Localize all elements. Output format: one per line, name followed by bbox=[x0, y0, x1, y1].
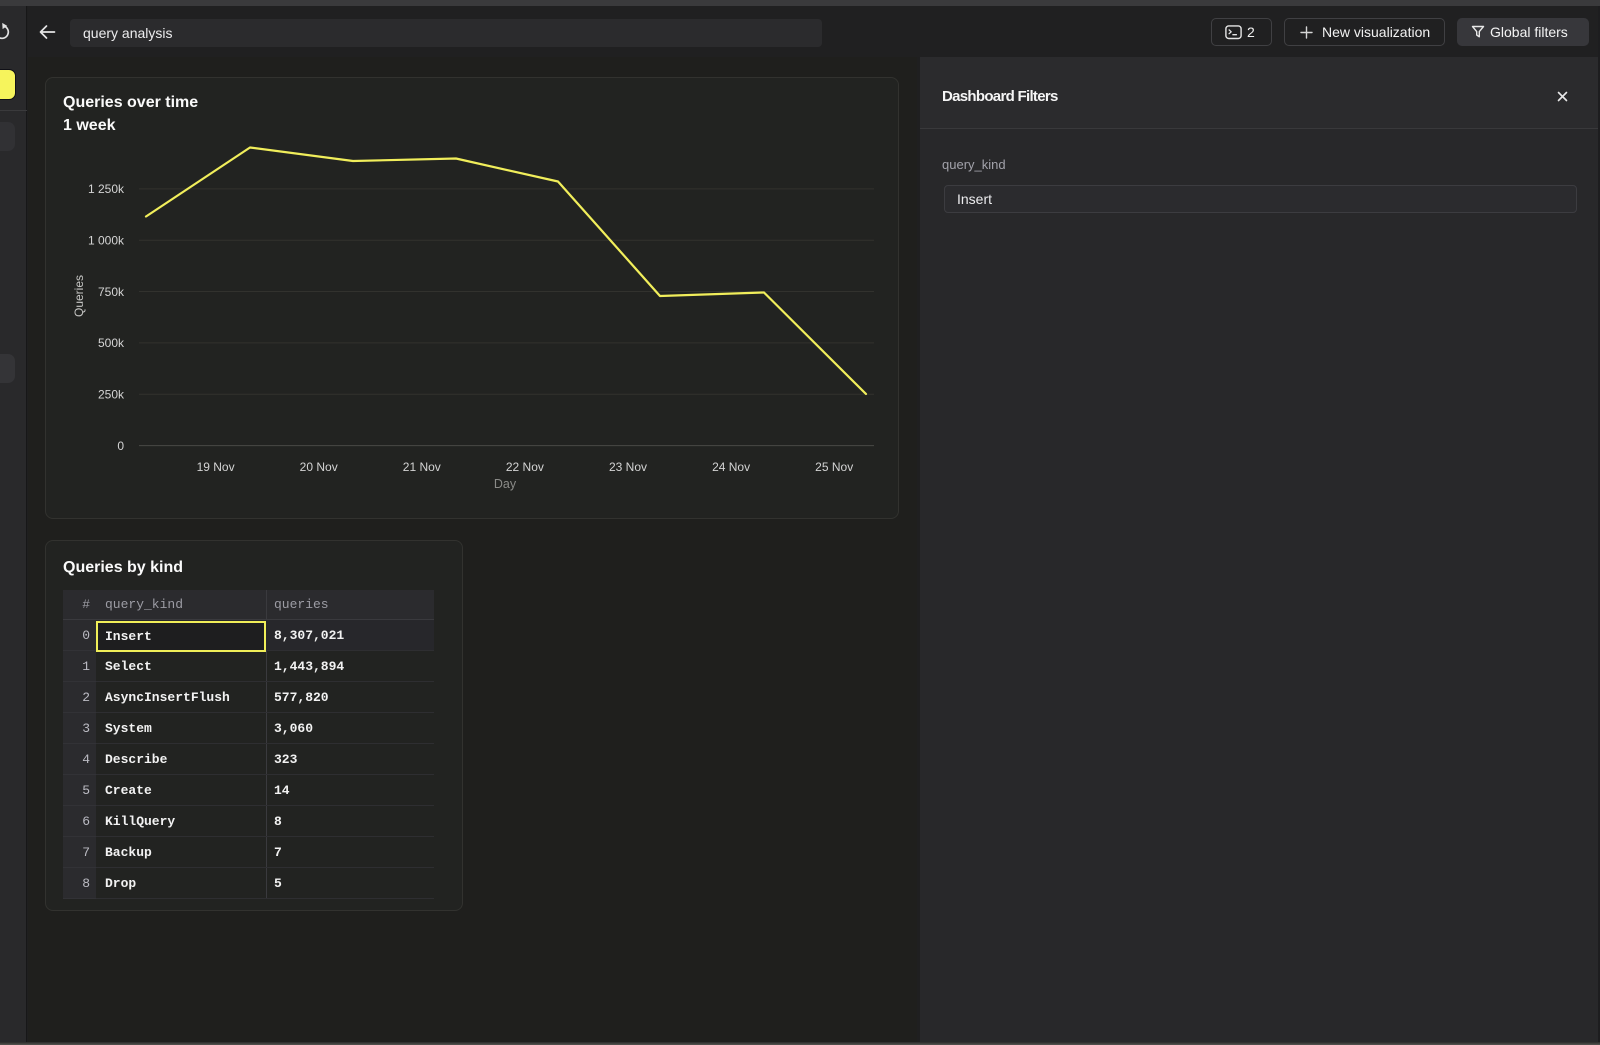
svg-text:25 Nov: 25 Nov bbox=[815, 460, 853, 474]
svg-text:750k: 750k bbox=[98, 285, 125, 299]
svg-text:0: 0 bbox=[117, 439, 124, 453]
svg-text:Day: Day bbox=[494, 477, 517, 491]
svg-text:22 Nov: 22 Nov bbox=[506, 460, 544, 474]
svg-text:Queries: Queries bbox=[72, 275, 86, 317]
svg-text:250k: 250k bbox=[98, 388, 125, 402]
svg-text:20 Nov: 20 Nov bbox=[300, 460, 338, 474]
svg-text:500k: 500k bbox=[98, 336, 125, 350]
svg-text:19 Nov: 19 Nov bbox=[197, 460, 235, 474]
svg-text:21 Nov: 21 Nov bbox=[403, 460, 441, 474]
svg-text:24 Nov: 24 Nov bbox=[712, 460, 750, 474]
svg-text:1 000k: 1 000k bbox=[88, 234, 125, 248]
svg-text:1 250k: 1 250k bbox=[88, 182, 125, 196]
svg-text:23 Nov: 23 Nov bbox=[609, 460, 647, 474]
